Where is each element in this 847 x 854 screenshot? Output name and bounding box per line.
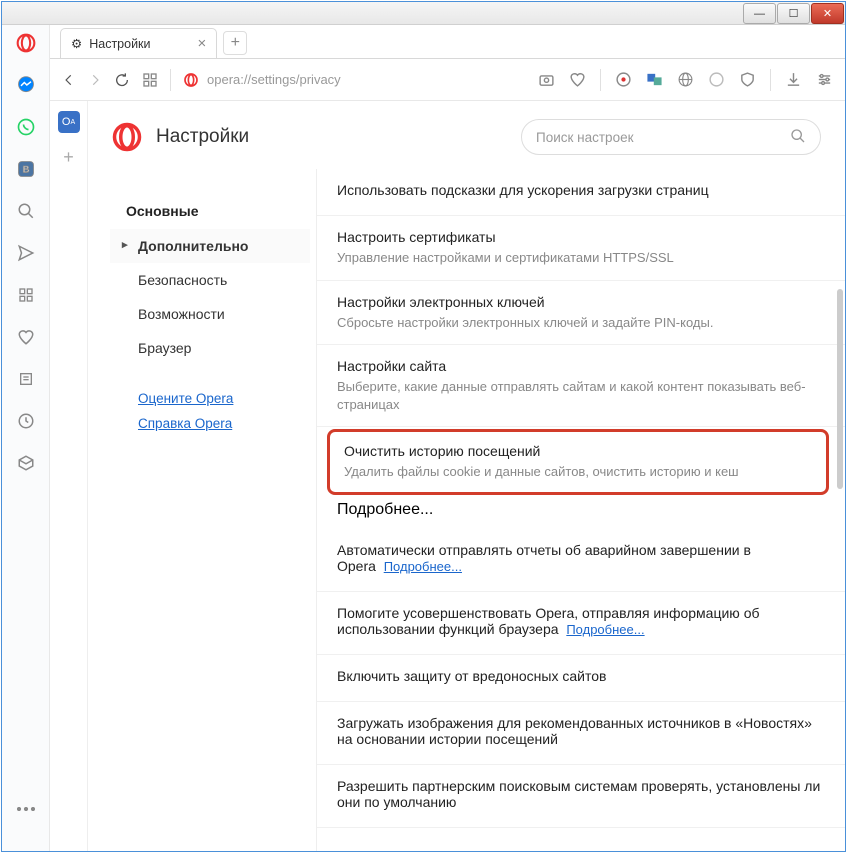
snapshot-icon[interactable] bbox=[538, 71, 555, 88]
messenger-icon[interactable] bbox=[16, 75, 36, 95]
nav-browser[interactable]: Браузер bbox=[110, 331, 310, 365]
rate-opera-link[interactable]: Оцените Opera bbox=[138, 391, 310, 406]
tab-label: Настройки bbox=[89, 37, 150, 51]
learn-more-link[interactable]: Подробнее... bbox=[337, 501, 433, 518]
browser-chrome: B ⚙ Настройки × + bbox=[2, 25, 845, 851]
nav-links: Оцените Opera Справка Opera bbox=[110, 391, 310, 431]
opt-security-keys[interactable]: Настройки электронных ключей Сбросьте на… bbox=[317, 281, 845, 346]
page-title: Настройки bbox=[156, 126, 249, 148]
magnifier-icon bbox=[790, 128, 806, 147]
opt-title: Разрешить партнерским поисковым системам… bbox=[337, 778, 825, 810]
help-opera-link[interactable]: Справка Opera bbox=[138, 416, 310, 431]
toolbar-right bbox=[538, 69, 833, 91]
opt-news-images[interactable]: Загружать изображения для рекомендованны… bbox=[317, 702, 845, 765]
settings-main: Использовать подсказки для ускорения заг… bbox=[316, 169, 845, 851]
settings-page: Настройки Поиск настроек Основные Дополн… bbox=[88, 101, 845, 851]
nav-back-button[interactable] bbox=[62, 73, 76, 87]
learn-more-link[interactable]: Подробнее... bbox=[384, 559, 462, 574]
news-icon[interactable] bbox=[16, 369, 36, 389]
heart-outline-icon[interactable] bbox=[569, 71, 586, 88]
tab-settings[interactable]: ⚙ Настройки × bbox=[60, 28, 217, 58]
heart-icon[interactable] bbox=[16, 327, 36, 347]
nav-features[interactable]: Возможности bbox=[110, 297, 310, 331]
opt-title: Использовать подсказки для ускорения заг… bbox=[337, 182, 825, 198]
opt-usage-stats[interactable]: Помогите усовершенствовать Opera, отправ… bbox=[317, 592, 845, 655]
page-content: OA + Настройки Поиск настроек bbox=[50, 101, 845, 851]
opt-title: Очистить историю посещений bbox=[344, 443, 812, 459]
search-icon[interactable] bbox=[16, 201, 36, 221]
svg-text:B: B bbox=[22, 164, 29, 174]
new-tab-button[interactable]: + bbox=[223, 31, 247, 55]
translate-icon[interactable] bbox=[646, 71, 663, 88]
learn-more-link[interactable]: Подробнее... bbox=[566, 622, 644, 637]
nav-security[interactable]: Безопасность bbox=[110, 263, 310, 297]
left-rail: B bbox=[2, 25, 50, 851]
adblock-icon[interactable] bbox=[615, 71, 632, 88]
settings-header: Настройки Поиск настроек bbox=[88, 101, 845, 169]
nav-basic[interactable]: Основные bbox=[110, 193, 310, 229]
url-text: opera://settings/privacy bbox=[207, 72, 341, 87]
reload-button[interactable] bbox=[114, 72, 130, 88]
opt-title: Автоматически отправлять отчеты об авари… bbox=[337, 542, 825, 574]
opt-title: Настройки сайта bbox=[337, 358, 825, 374]
shield-icon[interactable] bbox=[739, 71, 756, 88]
minimize-button[interactable]: — bbox=[743, 3, 776, 24]
vertical-tab-item[interactable]: OA bbox=[58, 111, 80, 133]
downloads-icon[interactable] bbox=[785, 71, 802, 88]
opt-partner-search[interactable]: Разрешить партнерским поисковым системам… bbox=[317, 765, 845, 828]
opt-desc: Сбросьте настройки электронных ключей и … bbox=[337, 314, 825, 332]
opera-favicon-icon bbox=[183, 72, 199, 88]
extensions-icon[interactable] bbox=[16, 285, 36, 305]
speeddial-icon[interactable] bbox=[142, 72, 158, 88]
send-icon[interactable] bbox=[16, 243, 36, 263]
opt-title: Включить защиту от вредоносных сайтов bbox=[337, 668, 825, 684]
mini-tab-rail: OA + bbox=[50, 101, 88, 851]
easy-setup-icon[interactable] bbox=[816, 71, 833, 88]
opt-title: Загружать изображения для рекомендованны… bbox=[337, 715, 825, 747]
opt-certificates[interactable]: Настроить сертификаты Управление настрой… bbox=[317, 216, 845, 281]
browser-column: ⚙ Настройки × + opera://settings/privacy bbox=[50, 25, 845, 851]
opt-desc: Удалить файлы cookie и данные сайтов, оч… bbox=[344, 463, 812, 481]
whatsapp-icon[interactable] bbox=[16, 117, 36, 137]
vpn-icon[interactable] bbox=[708, 71, 725, 88]
opera-logo-icon[interactable] bbox=[16, 33, 36, 53]
settings-body: Основные Дополнительно Безопасность Возм… bbox=[88, 169, 845, 851]
more-icon[interactable] bbox=[16, 799, 36, 819]
settings-search-input[interactable]: Поиск настроек bbox=[521, 119, 821, 155]
url-field[interactable]: opera://settings/privacy bbox=[183, 72, 341, 88]
opt-desc: Управление настройками и сертификатами H… bbox=[337, 249, 825, 267]
globe-icon[interactable] bbox=[677, 71, 694, 88]
address-bar: opera://settings/privacy bbox=[50, 59, 845, 101]
opera-logo-large-icon bbox=[112, 122, 142, 152]
opt-clear-history[interactable]: Очистить историю посещений Удалить файлы… bbox=[327, 429, 829, 495]
opt-title: Настроить сертификаты bbox=[337, 229, 825, 245]
window-titlebar: — ☐ ✕ bbox=[2, 2, 845, 25]
tab-strip: ⚙ Настройки × + bbox=[50, 25, 845, 59]
opt-title: Помогите усовершенствовать Opera, отправ… bbox=[337, 605, 825, 637]
opt-preload[interactable]: Использовать подсказки для ускорения заг… bbox=[317, 169, 845, 216]
app-window: — ☐ ✕ B ⚙ Настройк bbox=[1, 1, 846, 852]
vertical-add-button[interactable]: + bbox=[63, 147, 74, 168]
history-icon[interactable] bbox=[16, 411, 36, 431]
settings-nav: Основные Дополнительно Безопасность Возм… bbox=[88, 169, 316, 851]
close-window-button[interactable]: ✕ bbox=[811, 3, 844, 24]
package-icon[interactable] bbox=[16, 453, 36, 473]
opt-title: Настройки электронных ключей bbox=[337, 294, 825, 310]
opt-crash-reports[interactable]: Автоматически отправлять отчеты об авари… bbox=[317, 529, 845, 592]
search-placeholder: Поиск настроек bbox=[536, 130, 634, 145]
tab-close-icon[interactable]: × bbox=[198, 35, 207, 52]
opt-desc: Выберите, какие данные отправлять сайтам… bbox=[337, 378, 825, 413]
gear-icon: ⚙ bbox=[71, 36, 82, 51]
nav-forward-button[interactable] bbox=[88, 73, 102, 87]
opt-malware-protect[interactable]: Включить защиту от вредоносных сайтов bbox=[317, 655, 845, 702]
opt-site-settings[interactable]: Настройки сайта Выберите, какие данные о… bbox=[317, 345, 845, 427]
maximize-button[interactable]: ☐ bbox=[777, 3, 810, 24]
nav-advanced[interactable]: Дополнительно bbox=[110, 229, 310, 263]
vk-icon[interactable]: B bbox=[16, 159, 36, 179]
